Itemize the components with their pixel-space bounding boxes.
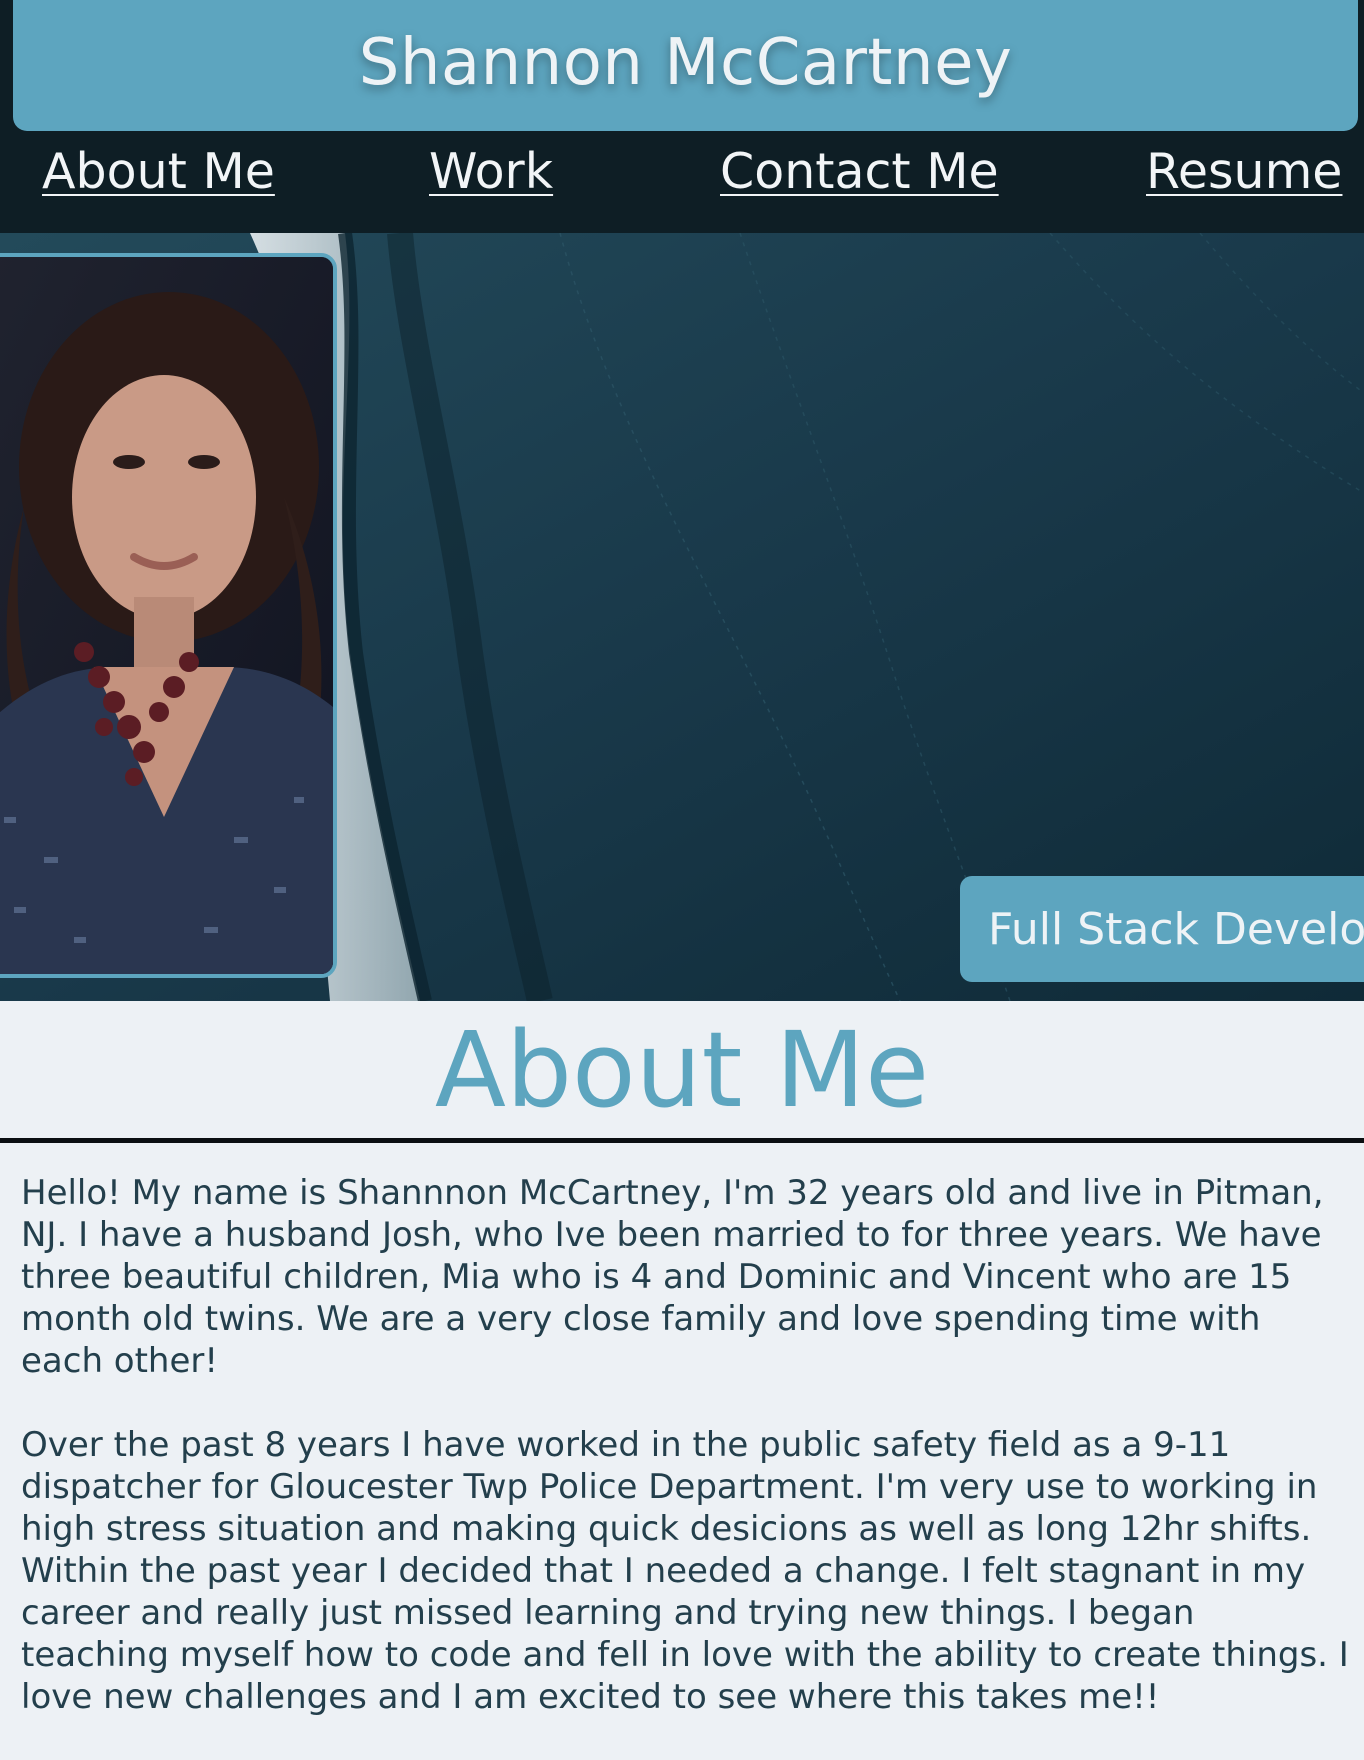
nav-link-about-me[interactable]: About Me bbox=[42, 143, 275, 200]
nav-link-work[interactable]: Work bbox=[429, 143, 553, 200]
section-divider bbox=[0, 1138, 1364, 1143]
profile-photo bbox=[0, 253, 337, 978]
bio-paragraph: Hello! My name is Shannnon McCartney, I'… bbox=[21, 1173, 1324, 1381]
title-banner: Shannon McCartney bbox=[13, 0, 1358, 131]
site-header: Shannon McCartney About Me Work Contact … bbox=[0, 0, 1364, 233]
role-badge: Full Stack Developer bbox=[960, 876, 1364, 982]
bio-paragraph: Over the past 8 years I have worked in t… bbox=[21, 1425, 1349, 1717]
main-nav: About Me Work Contact Me Resume bbox=[0, 131, 1364, 233]
profile-photo-illustration bbox=[0, 257, 333, 974]
about-me-heading: About Me bbox=[434, 1009, 930, 1131]
nav-link-resume[interactable]: Resume bbox=[1146, 143, 1342, 200]
hero-section: Full Stack Developer bbox=[0, 233, 1364, 1001]
nav-link-contact-me[interactable]: Contact Me bbox=[720, 143, 999, 200]
site-title: Shannon McCartney bbox=[358, 25, 1013, 100]
about-me-bio: Hello! My name is Shannnon McCartney, I'… bbox=[21, 1172, 1351, 1760]
